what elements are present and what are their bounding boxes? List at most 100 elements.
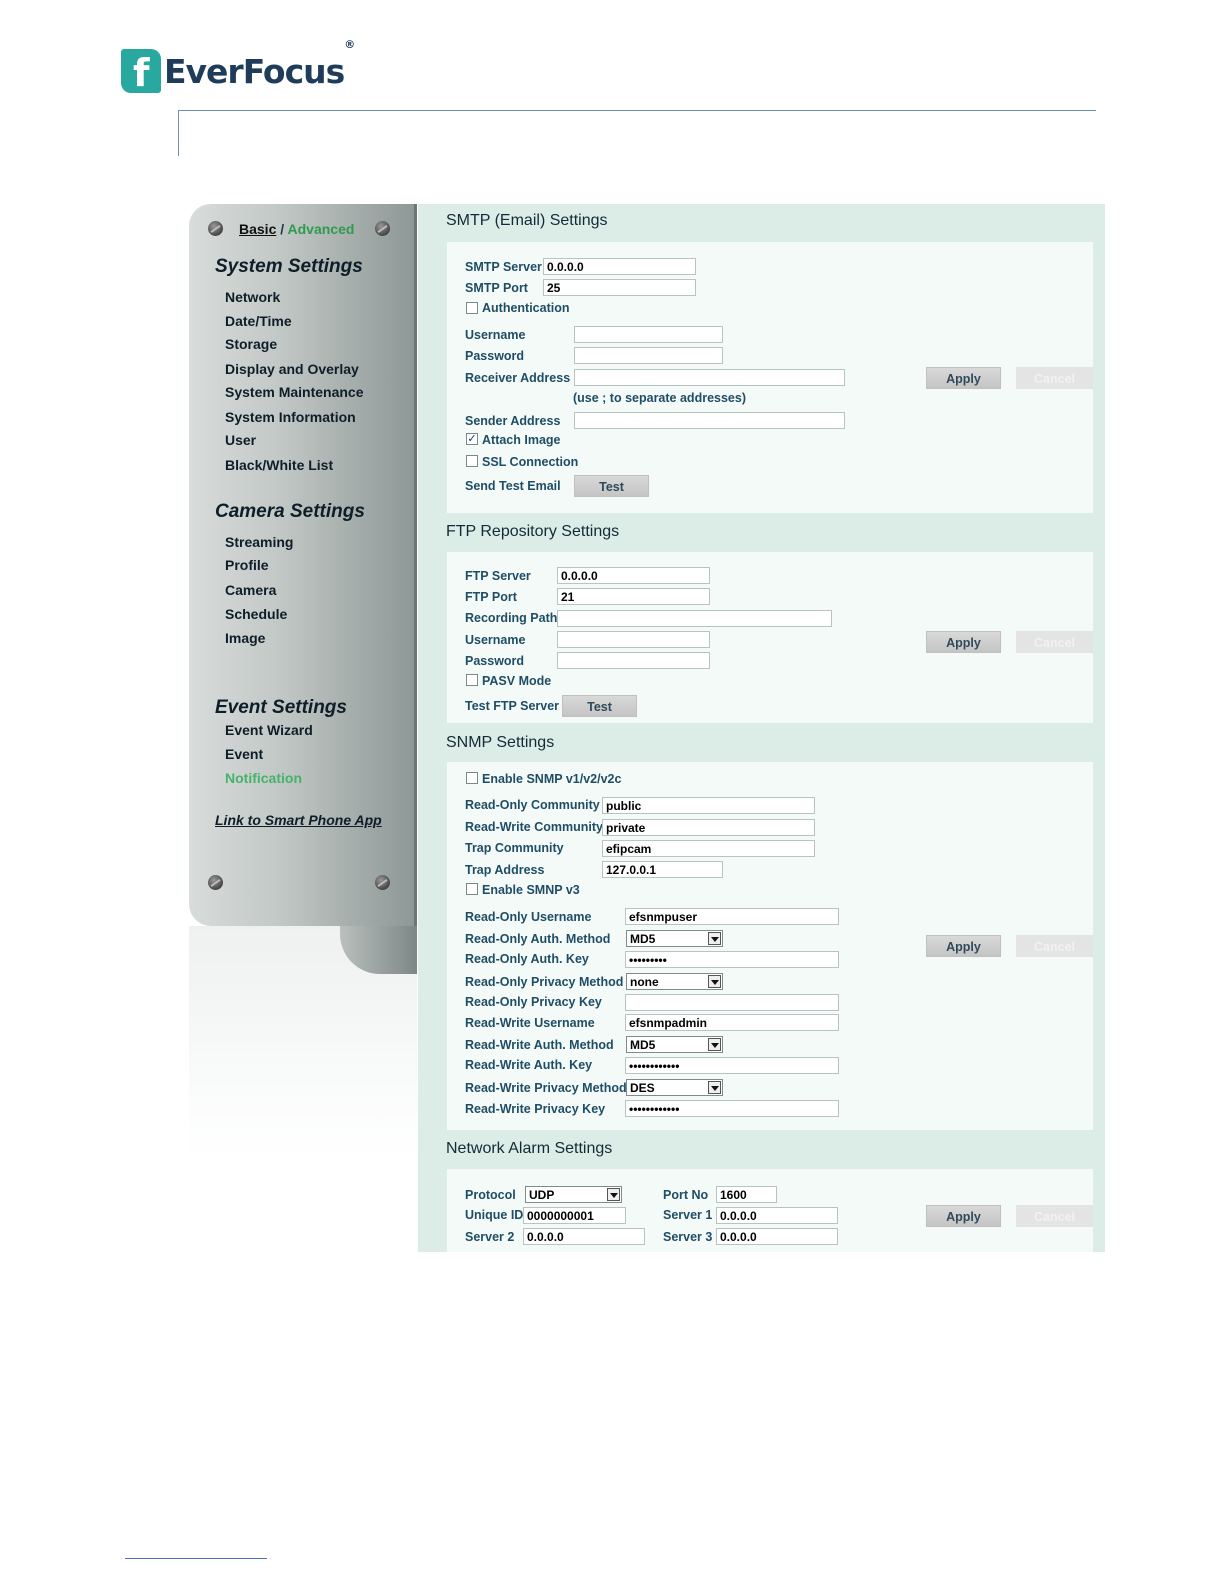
server1-input[interactable]: 0.0.0.0 — [716, 1207, 838, 1224]
rw-privacy-key-input[interactable]: •••••••••••• — [625, 1100, 839, 1117]
mode-advanced-link[interactable]: Advanced — [288, 221, 355, 237]
receiver-address-label: Receiver Address — [465, 371, 571, 385]
smtp-server-input[interactable]: 0.0.0.0 — [543, 258, 696, 275]
trap-address-input[interactable]: 127.0.0.1 — [602, 861, 723, 878]
sidebar-item-notification[interactable]: Notification — [225, 770, 302, 786]
sidebar-item-display-overlay[interactable]: Display and Overlay — [225, 361, 359, 377]
ro-auth-method-label: Read-Only Auth. Method — [465, 932, 611, 946]
chevron-down-icon[interactable] — [708, 975, 721, 988]
mode-separator: / — [276, 221, 288, 237]
smtp-password-input[interactable] — [574, 347, 723, 364]
everfocus-logo: f EverFocus® — [121, 38, 355, 95]
rw-username-input[interactable]: efsnmpadmin — [625, 1014, 839, 1031]
mode-switch: Basic / Advanced — [239, 221, 354, 237]
smtp-apply-button[interactable]: Apply — [926, 367, 1001, 389]
header-vertical-divider — [178, 110, 179, 156]
alarm-cancel-button[interactable]: Cancel — [1016, 1205, 1093, 1227]
network-alarm-section-title: Network Alarm Settings — [446, 1140, 613, 1157]
sidebar-item-event[interactable]: Event — [225, 746, 263, 762]
server2-input[interactable]: 0.0.0.0 — [523, 1228, 645, 1245]
smtp-password-label: Password — [465, 349, 525, 363]
event-settings-title: Event Settings — [215, 697, 347, 718]
attach-image-checkbox[interactable]: ✓ — [466, 433, 478, 445]
ftp-server-label: FTP Server — [465, 569, 531, 583]
rw-auth-key-input[interactable]: •••••••••••• — [625, 1057, 839, 1074]
smtp-port-input[interactable]: 25 — [543, 279, 696, 296]
ftp-username-input[interactable] — [557, 631, 710, 648]
chevron-down-icon[interactable] — [708, 932, 721, 945]
enable-snmp-v12-checkbox[interactable] — [466, 772, 478, 784]
alarm-apply-button[interactable]: Apply — [926, 1205, 1001, 1227]
rw-auth-key-label: Read-Write Auth. Key — [465, 1058, 593, 1072]
sidebar-item-storage[interactable]: Storage — [225, 336, 277, 352]
rw-community-input[interactable]: private — [602, 819, 815, 836]
sidebar-item-schedule[interactable]: Schedule — [225, 606, 287, 622]
sidebar-item-system-information[interactable]: System Information — [225, 409, 356, 425]
ro-privacy-method-select[interactable]: none — [626, 973, 723, 990]
smart-phone-app-link[interactable]: Link to Smart Phone App — [215, 812, 382, 828]
ssl-connection-label: SSL Connection — [482, 455, 579, 469]
ro-community-input[interactable]: public — [602, 797, 815, 814]
sidebar-item-datetime[interactable]: Date/Time — [225, 313, 292, 329]
receiver-address-input[interactable] — [574, 369, 845, 386]
sidebar-item-streaming[interactable]: Streaming — [225, 534, 293, 550]
sidebar-item-camera[interactable]: Camera — [225, 582, 276, 598]
chevron-down-icon[interactable] — [708, 1081, 721, 1094]
brand-name: EverFocus — [164, 51, 345, 91]
sidebar-item-network[interactable]: Network — [225, 289, 280, 305]
sidebar-item-image[interactable]: Image — [225, 630, 265, 646]
port-no-input[interactable]: 1600 — [716, 1186, 777, 1203]
port-no-label: Port No — [663, 1188, 709, 1202]
sidebar-item-user[interactable]: User — [225, 432, 256, 448]
authentication-checkbox[interactable] — [466, 302, 478, 314]
sidebar-item-profile[interactable]: Profile — [225, 557, 269, 573]
sender-address-input[interactable] — [574, 412, 845, 429]
rw-privacy-method-select[interactable]: DES — [626, 1079, 723, 1096]
trap-community-label: Trap Community — [465, 841, 564, 855]
ftp-port-label: FTP Port — [465, 590, 517, 604]
ftp-cancel-button[interactable]: Cancel — [1016, 631, 1093, 653]
attach-image-label: Attach Image — [482, 433, 561, 447]
server3-input[interactable]: 0.0.0.0 — [716, 1228, 838, 1245]
recording-path-input[interactable] — [557, 610, 832, 627]
trap-community-input[interactable]: efipcam — [602, 840, 815, 857]
snmp-apply-button[interactable]: Apply — [926, 935, 1001, 957]
ro-auth-key-input[interactable]: ••••••••• — [625, 951, 839, 968]
screw-icon — [208, 221, 223, 236]
pasv-mode-checkbox[interactable] — [466, 674, 478, 686]
ssl-connection-checkbox[interactable] — [466, 455, 478, 467]
ftp-port-input[interactable]: 21 — [557, 588, 710, 605]
rw-privacy-key-label: Read-Write Privacy Key — [465, 1102, 606, 1116]
sidebar-item-system-maintenance[interactable]: System Maintenance — [225, 384, 364, 400]
unique-id-label: Unique ID — [465, 1208, 524, 1222]
rw-community-label: Read-Write Community — [465, 820, 603, 834]
screw-icon — [375, 221, 390, 236]
chevron-down-icon[interactable] — [607, 1188, 620, 1201]
server3-label: Server 3 — [663, 1230, 713, 1244]
ro-privacy-method-label: Read-Only Privacy Method — [465, 975, 624, 989]
ro-username-input[interactable]: efsnmpuser — [625, 908, 839, 925]
snmp-section-title: SNMP Settings — [446, 734, 555, 751]
ftp-apply-button[interactable]: Apply — [926, 631, 1001, 653]
enable-snmp-v3-checkbox[interactable] — [466, 883, 478, 895]
sidebar-item-event-wizard[interactable]: Event Wizard — [225, 722, 313, 738]
ftp-test-button[interactable]: Test — [562, 695, 637, 717]
ftp-server-input[interactable]: 0.0.0.0 — [557, 567, 710, 584]
ro-community-label: Read-Only Community — [465, 798, 600, 812]
sidebar-item-black-white-list[interactable]: Black/White List — [225, 457, 333, 473]
rw-auth-method-label: Read-Write Auth. Method — [465, 1038, 614, 1052]
snmp-cancel-button[interactable]: Cancel — [1016, 935, 1093, 957]
smtp-test-button[interactable]: Test — [574, 475, 649, 497]
ro-auth-method-select[interactable]: MD5 — [626, 930, 723, 947]
ro-privacy-key-input[interactable] — [625, 994, 839, 1011]
everfocus-logo-icon: f — [121, 49, 161, 95]
ftp-password-input[interactable] — [557, 652, 710, 669]
mode-basic-link[interactable]: Basic — [239, 221, 276, 237]
server2-label: Server 2 — [465, 1230, 515, 1244]
smtp-username-input[interactable] — [574, 326, 723, 343]
chevron-down-icon[interactable] — [708, 1038, 721, 1051]
unique-id-input[interactable]: 0000000001 — [523, 1207, 626, 1224]
smtp-cancel-button[interactable]: Cancel — [1016, 367, 1093, 389]
rw-auth-method-select[interactable]: MD5 — [626, 1036, 723, 1053]
protocol-select[interactable]: UDP — [525, 1186, 622, 1203]
